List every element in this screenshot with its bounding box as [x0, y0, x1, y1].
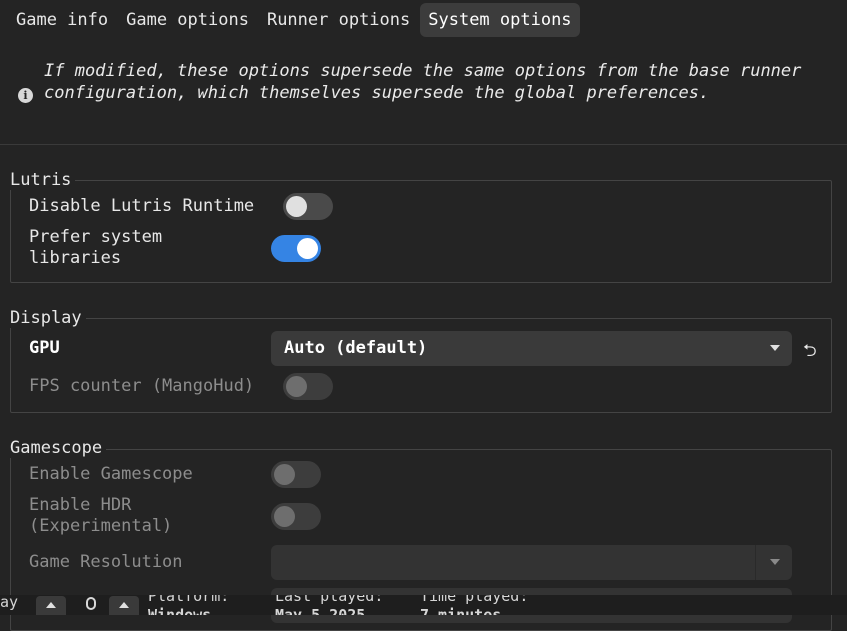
prefer-system-libs-label-line2: libraries	[29, 248, 122, 268]
info-icon: i	[18, 88, 33, 103]
prefer-system-libs-switch[interactable]	[271, 235, 321, 262]
game-resolution-label: Game Resolution	[29, 552, 183, 572]
switch-knob	[274, 506, 295, 527]
status-left-text: ay	[0, 595, 19, 611]
last-played-value: May 5 2025	[275, 606, 366, 615]
disable-runtime-switch[interactable]	[283, 193, 333, 220]
status-bar: ay Platform: Last played: Time played: W…	[0, 595, 847, 615]
gpu-label: GPU	[29, 338, 60, 358]
fps-counter-label: FPS counter (MangoHud)	[29, 376, 255, 396]
switch-knob	[274, 464, 295, 485]
chevron-up-icon	[46, 602, 56, 608]
prefer-system-libs-label-line1: Prefer system	[29, 227, 163, 247]
disable-runtime-label: Disable Lutris Runtime	[29, 196, 255, 216]
separator	[0, 144, 847, 145]
chevron-up-icon	[119, 602, 129, 608]
undo-icon[interactable]: ⮌	[803, 338, 817, 367]
display-section-title: Display	[10, 308, 86, 328]
time-played-label: Time played:	[420, 595, 529, 605]
enable-hdr-label-line1: Enable HDR	[29, 495, 132, 515]
tab-system-options[interactable]: System options	[420, 3, 580, 37]
enable-gamescope-label: Enable Gamescope	[29, 464, 193, 484]
gamescope-section-title: Gamescope	[10, 438, 107, 458]
platform-label: Platform:	[148, 595, 230, 605]
switch-knob	[297, 238, 318, 259]
last-played-label: Last played:	[275, 595, 384, 605]
game-resolution-select[interactable]	[271, 545, 792, 580]
lutris-section-title: Lutris	[10, 170, 76, 190]
time-played-value: 7 minutes	[420, 606, 502, 615]
enable-gamescope-switch[interactable]	[271, 461, 321, 488]
expand-button[interactable]	[36, 596, 66, 615]
switch-knob	[286, 376, 307, 397]
tab-runner-options[interactable]: Runner options	[259, 3, 418, 37]
combo-divider	[755, 545, 756, 580]
chevron-down-icon	[770, 559, 780, 565]
fps-counter-switch[interactable]	[283, 373, 333, 400]
enable-hdr-label-line2: (Experimental)	[29, 516, 173, 536]
gpu-select-value: Auto (default)	[284, 338, 428, 358]
switch-knob	[286, 196, 307, 217]
platform-value: Windows	[148, 606, 212, 615]
microphone-icon	[86, 597, 96, 610]
gpu-select[interactable]: Auto (default)	[271, 331, 792, 366]
enable-hdr-switch[interactable]	[271, 503, 321, 530]
expand-button-2[interactable]	[109, 596, 139, 615]
chevron-down-icon	[770, 345, 780, 351]
tab-game-options[interactable]: Game options	[118, 3, 257, 37]
tab-game-info[interactable]: Game info	[8, 3, 116, 37]
tab-bar: Game info Game options Runner options Sy…	[8, 3, 580, 37]
info-text: If modified, these options supersede the…	[44, 61, 802, 103]
